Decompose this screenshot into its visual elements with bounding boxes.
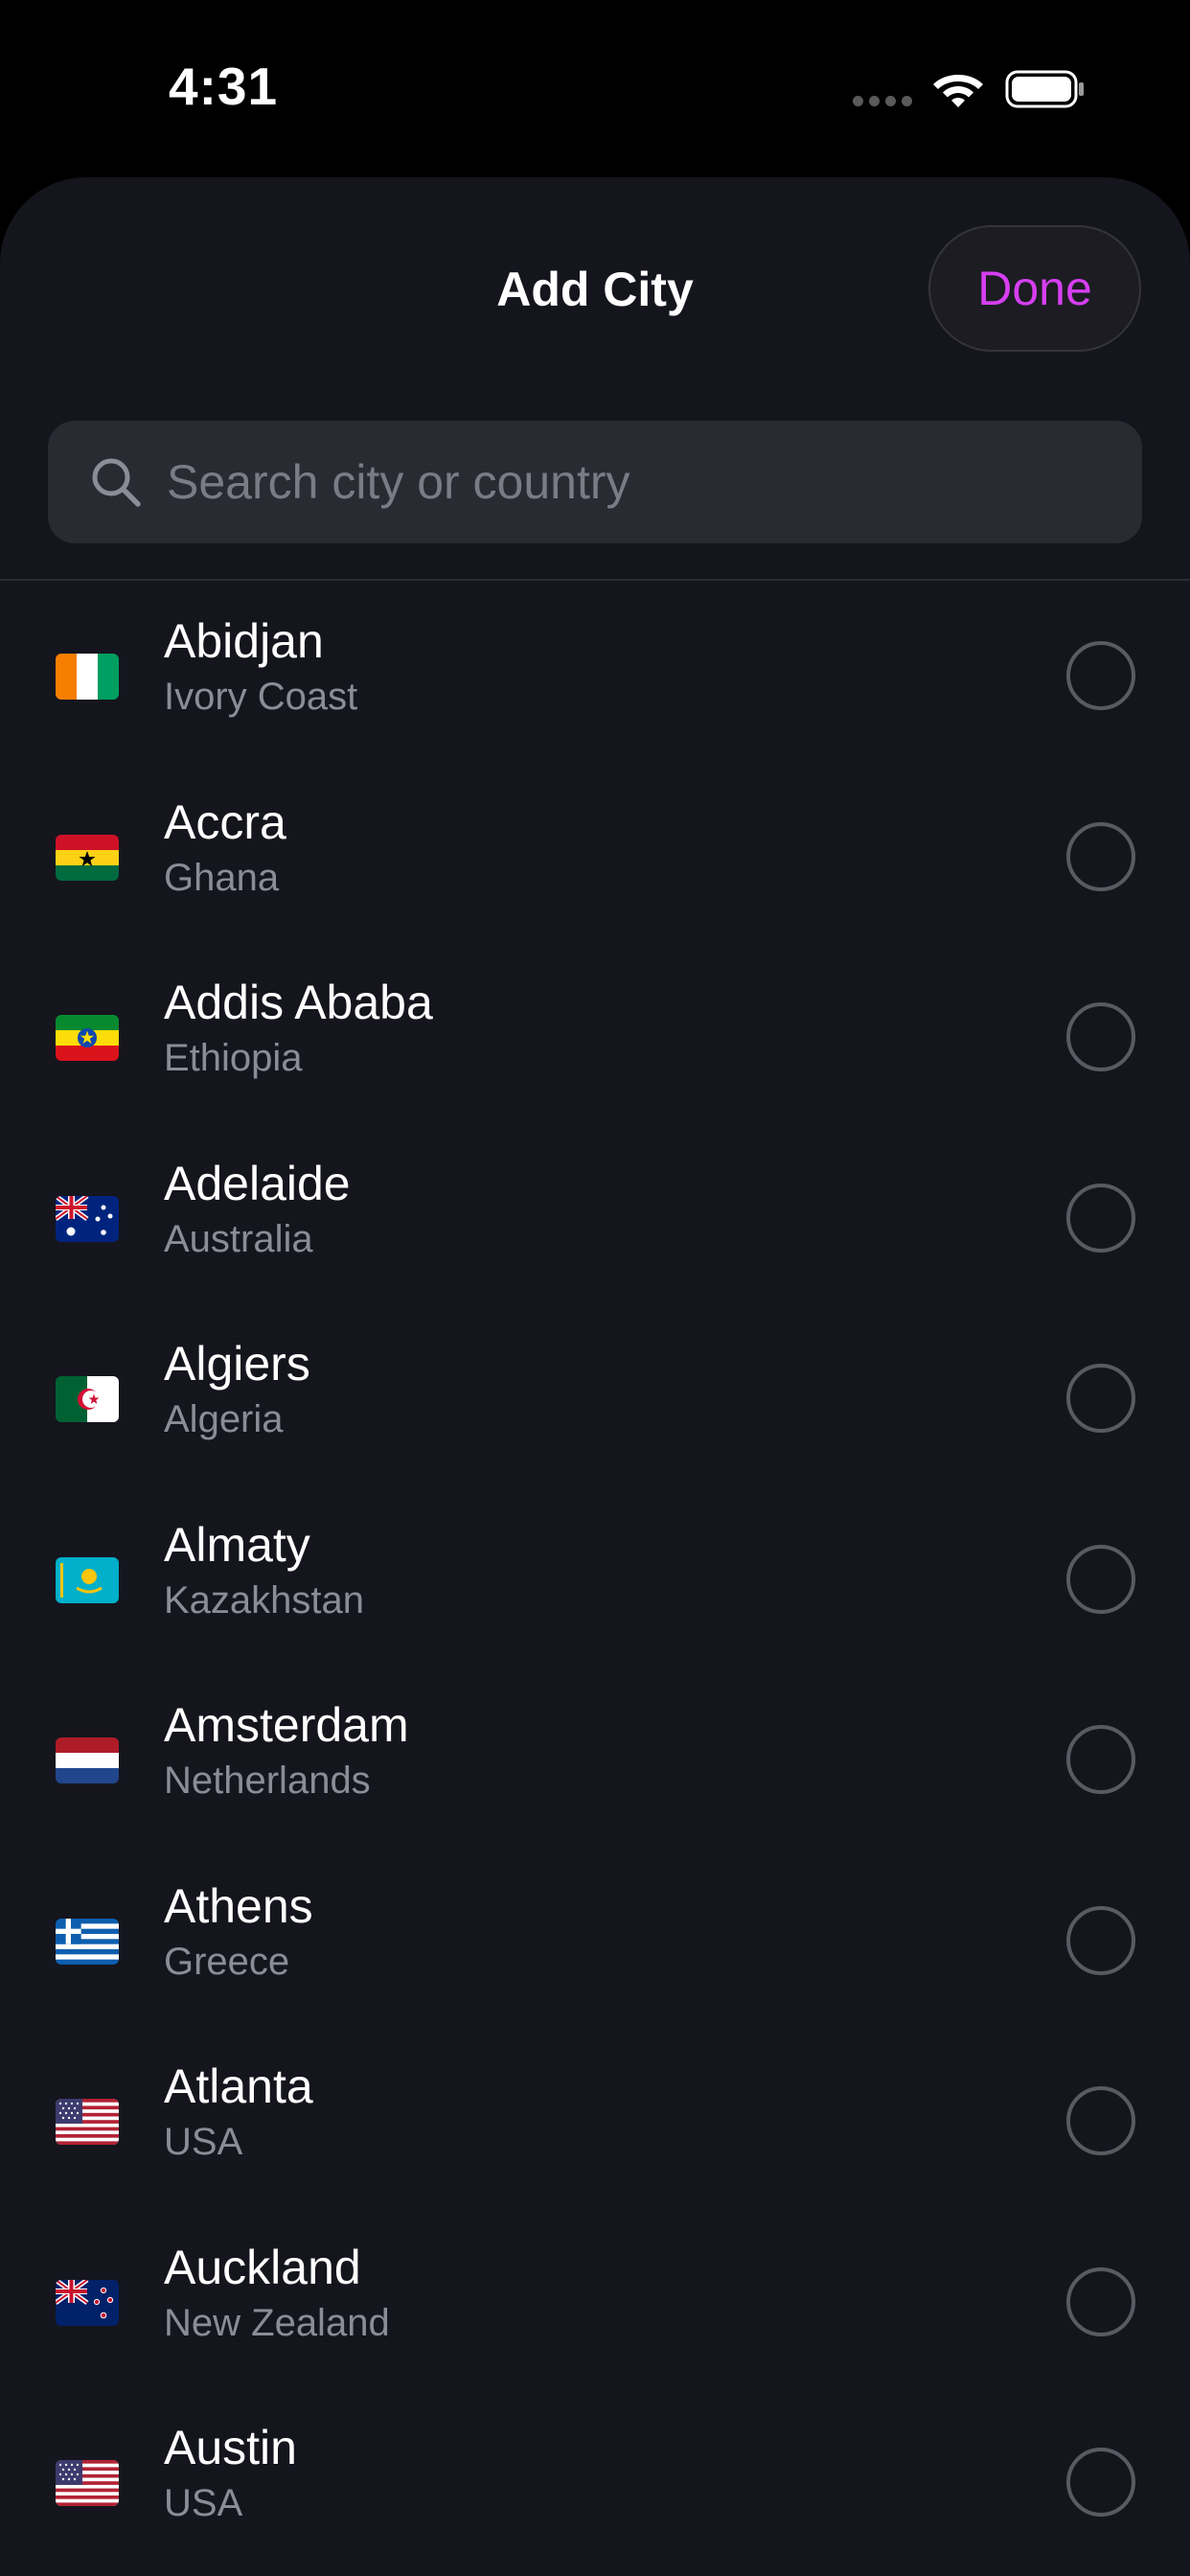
city-name: Abidjan	[164, 614, 324, 668]
flag-ghana-icon	[56, 834, 119, 881]
select-radio[interactable]	[1066, 2266, 1135, 2336]
wifi-icon	[933, 75, 983, 107]
country-name: Australia	[164, 1217, 313, 1260]
select-radio[interactable]	[1066, 2448, 1135, 2517]
city-row-auckland[interactable]: Auckland New Zealand	[0, 2207, 1190, 2388]
country-name: Greece	[164, 1940, 290, 1983]
flag-usa-icon	[56, 2460, 119, 2506]
city-row-abidjan[interactable]: Abidjan Ivory Coast	[0, 581, 1190, 762]
city-row-atlanta[interactable]: Atlanta USA	[0, 2026, 1190, 2207]
flag-kazakhstan-icon	[56, 1556, 119, 1603]
city-row-algiers[interactable]: Algiers Algeria	[0, 1303, 1190, 1484]
country-name: Netherlands	[164, 1760, 371, 1802]
select-radio[interactable]	[1066, 1905, 1135, 1975]
city-name: Almaty	[164, 1517, 310, 1572]
battery-icon	[1005, 70, 1084, 108]
country-name: Ethiopia	[164, 1037, 303, 1079]
select-radio[interactable]	[1066, 641, 1135, 710]
country-name: Algeria	[164, 1398, 284, 1440]
country-name: Ghana	[164, 856, 280, 899]
status-time: 4:31	[169, 57, 279, 116]
city-name: Addis Ababa	[164, 976, 433, 1029]
search-input[interactable]	[165, 420, 1142, 544]
select-radio[interactable]	[1066, 1725, 1135, 1794]
select-radio[interactable]	[1066, 1002, 1135, 1071]
select-radio[interactable]	[1066, 1544, 1135, 1614]
status-bar: 4:31	[0, 0, 1190, 172]
city-name: Accra	[164, 794, 286, 849]
city-name: Athens	[164, 1878, 313, 1933]
flag-ethiopia-icon	[56, 1015, 119, 1061]
city-row-austin[interactable]: Austin USA	[0, 2387, 1190, 2568]
city-name: Amsterdam	[164, 1698, 409, 1752]
flag-algeria-icon	[56, 1376, 119, 1422]
city-row-accra[interactable]: Accra Ghana	[0, 762, 1190, 943]
flag-usa-icon	[56, 2099, 119, 2145]
dynamic-island	[408, 36, 782, 146]
country-name: USA	[164, 2121, 243, 2163]
select-radio[interactable]	[1066, 2086, 1135, 2155]
city-name: Algiers	[164, 1337, 310, 1391]
country-name: Kazakhstan	[164, 1578, 365, 1622]
search-icon	[92, 458, 141, 507]
flag-netherlands-icon	[56, 1737, 119, 1783]
city-row-almaty[interactable]: Almaty Kazakhstan	[0, 1484, 1190, 1666]
city-row-addis-ababa[interactable]: Addis Ababa Ethiopia	[0, 942, 1190, 1123]
city-row-athens[interactable]: Athens Greece	[0, 1846, 1190, 2027]
add-city-sheet: Add City Done Abidjan Ivory Coast Accra …	[0, 177, 1190, 2576]
flag-greece-icon	[56, 1918, 119, 1965]
country-name: USA	[164, 2482, 243, 2524]
country-name: Ivory Coast	[164, 676, 358, 718]
search-bar[interactable]	[48, 420, 1142, 544]
city-name: Auckland	[164, 2240, 361, 2294]
country-name: New Zealand	[164, 2301, 390, 2344]
city-name: Adelaide	[164, 1156, 351, 1210]
flag-new-zealand-icon	[56, 2279, 119, 2326]
select-radio[interactable]	[1066, 1183, 1135, 1253]
cellular-signal-icon	[853, 96, 912, 106]
select-radio[interactable]	[1066, 821, 1135, 891]
flag-australia-icon	[56, 1195, 119, 1242]
flag-ivory-coast-icon	[56, 654, 119, 700]
city-row-amsterdam[interactable]: Amsterdam Netherlands	[0, 1665, 1190, 1846]
done-button[interactable]: Done	[928, 225, 1141, 352]
city-name: Atlanta	[164, 2059, 313, 2113]
city-row-adelaide[interactable]: Adelaide Australia	[0, 1123, 1190, 1304]
city-list: Abidjan Ivory Coast Accra Ghana Addis Ab…	[0, 581, 1190, 2568]
select-radio[interactable]	[1066, 1364, 1135, 1433]
city-name: Austin	[164, 2421, 297, 2474]
